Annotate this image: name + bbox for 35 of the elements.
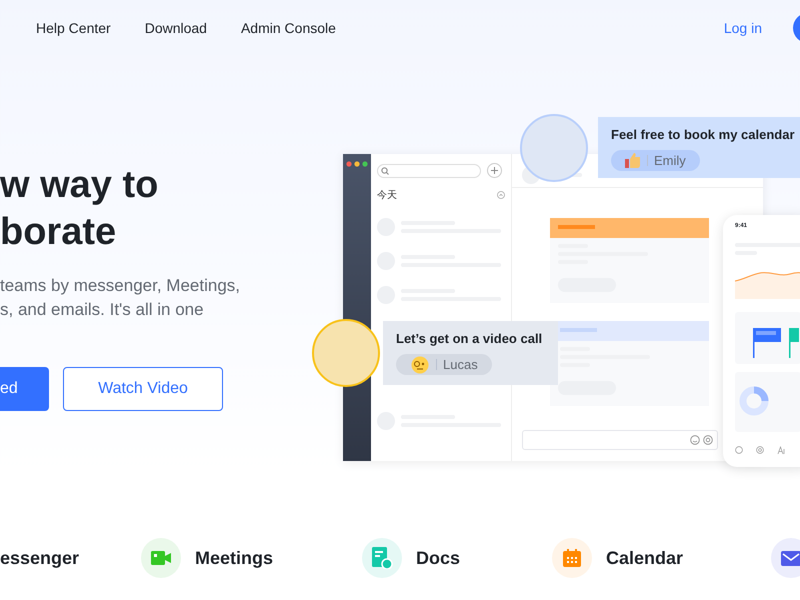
video-camera-icon bbox=[151, 550, 171, 566]
nav-link[interactable]: Admin Console bbox=[240, 20, 336, 36]
thumbs-up-icon bbox=[625, 153, 641, 168]
feature-label[interactable]: essenger bbox=[0, 548, 80, 568]
nav-link[interactable]: Download bbox=[144, 20, 207, 36]
at-sign-icon[interactable] bbox=[703, 435, 713, 445]
message-text: Let’s get on a video call bbox=[396, 330, 542, 347]
calendar-icon bbox=[563, 549, 581, 567]
nav-link[interactable]: Help Center bbox=[36, 20, 111, 36]
message-text: Feel free to book my calendar bbox=[611, 126, 795, 143]
feature-icon-badge[interactable] bbox=[552, 538, 592, 578]
feature-label[interactable]: Calendar bbox=[606, 548, 684, 568]
sender-name: Emily bbox=[654, 153, 686, 168]
login-link[interactable]: Log in bbox=[724, 20, 762, 36]
at-sign-icon[interactable] bbox=[756, 446, 764, 454]
feature-label[interactable]: Docs bbox=[416, 548, 460, 568]
document-cloud-icon bbox=[371, 547, 393, 569]
window-controls-icon bbox=[346, 161, 368, 167]
envelope-icon bbox=[781, 550, 800, 566]
hero-description: teams by messenger, Meetings, s, and emails. It's all in one bbox=[0, 275, 242, 321]
collapse-icon[interactable] bbox=[497, 191, 505, 199]
thinking-face-icon bbox=[410, 356, 430, 374]
line-chart-drawing bbox=[735, 269, 800, 299]
watch-video-button[interactable]: Watch Video bbox=[63, 367, 223, 411]
list-heading: 今天 bbox=[377, 189, 397, 202]
feature-icon-badge[interactable] bbox=[771, 538, 800, 578]
primary-button[interactable]: ed bbox=[0, 367, 49, 411]
text-format-icon[interactable] bbox=[777, 446, 786, 454]
search-icon bbox=[381, 166, 389, 174]
sender-name: Lucas bbox=[443, 357, 478, 372]
message-input[interactable] bbox=[522, 430, 718, 450]
feature-label[interactable]: Meetings bbox=[195, 548, 274, 568]
feature-icon-badge[interactable] bbox=[141, 538, 181, 578]
search-field[interactable] bbox=[377, 164, 481, 178]
plus-icon[interactable] bbox=[487, 163, 502, 178]
